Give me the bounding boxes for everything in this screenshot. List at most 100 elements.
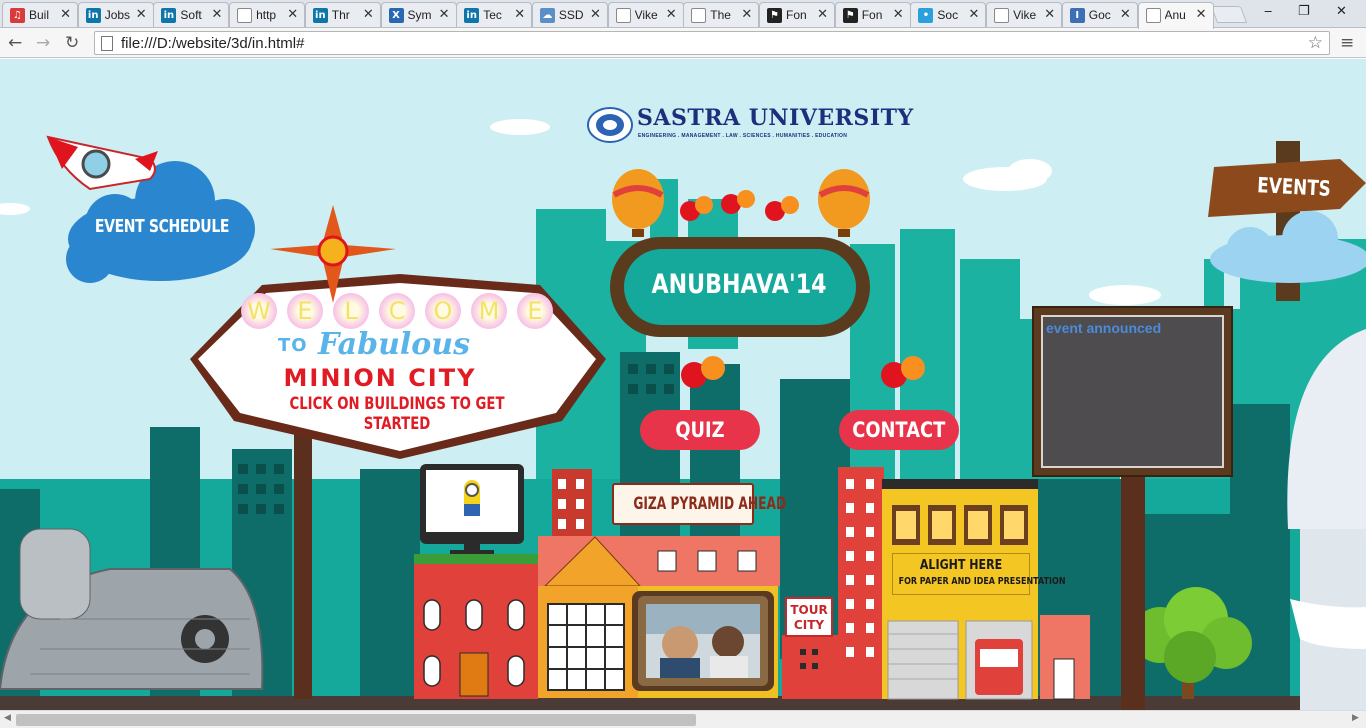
welcome-letter: L [333, 293, 369, 329]
tab-close-icon[interactable]: ✕ [968, 7, 979, 22]
sastra-emblem-icon [587, 107, 633, 143]
photo-screen-building[interactable] [638, 596, 768, 686]
welcome-fabulous-text: Fabulous [318, 327, 470, 362]
scroll-right-icon[interactable]: ▶ [1352, 713, 1359, 723]
flag-icon: ⚑ [842, 8, 858, 23]
close-window-icon[interactable]: ✕ [1336, 4, 1347, 19]
tab-close-icon[interactable]: ✕ [439, 7, 450, 22]
tab-label: Vike [1013, 8, 1037, 22]
event-schedule-label: EVENT SCHEDULE [94, 216, 230, 237]
festival-title: ANUBHAVA'14 [651, 269, 827, 300]
tab-close-icon[interactable]: ✕ [590, 7, 601, 22]
browser-toolbar: ← → ↻ file:///D:/website/3d/in.html# ☆ ≡ [0, 28, 1366, 58]
linkedin-icon: in [312, 8, 328, 23]
tab-close-icon[interactable]: ✕ [60, 7, 71, 22]
tab-label: Fon [861, 8, 883, 22]
tab-11[interactable]: ⚑ Fon ✕ [834, 2, 911, 27]
tab-7[interactable]: ☁ SSD ✕ [531, 2, 608, 27]
tab-close-icon[interactable]: ✕ [363, 7, 374, 22]
page-icon [101, 36, 113, 51]
flag-icon: ⚑ [767, 8, 782, 23]
bookmark-star-icon[interactable]: ☆ [1308, 33, 1323, 53]
welcome-letter: W [241, 293, 277, 329]
tab-13[interactable]: Vike ✕ [986, 2, 1063, 27]
cloud-icon: ☁ [539, 8, 555, 23]
tab-close-icon[interactable]: ✕ [514, 7, 525, 22]
welcome-to-text: TO [278, 335, 308, 356]
tab-label: The [710, 8, 731, 22]
linkedin-icon: in [161, 8, 177, 23]
tab-1[interactable]: in Jobs ✕ [77, 2, 154, 27]
tab-9[interactable]: The ✕ [683, 2, 760, 27]
forward-icon[interactable]: → [36, 33, 50, 53]
tab-label: Fon [786, 8, 807, 22]
welcome-letter: E [287, 293, 323, 329]
giza-label: GIZA PYRAMID AHEAD [633, 494, 787, 514]
tour-city-sign[interactable]: TOUR CITY [785, 597, 833, 637]
page-icon [691, 8, 707, 23]
tab-14[interactable]: I Goc ✕ [1061, 2, 1138, 27]
tab-6[interactable]: in Tec ✕ [456, 2, 533, 27]
address-bar[interactable]: file:///D:/website/3d/in.html# ☆ [94, 31, 1330, 55]
notice-board: event announced [1032, 306, 1233, 477]
tab-close-icon[interactable]: ✕ [211, 7, 222, 22]
back-icon[interactable]: ← [8, 33, 22, 53]
tab-close-icon[interactable]: ✕ [287, 7, 298, 22]
tab-label: http [256, 8, 277, 22]
tab-label: Vike [634, 8, 658, 22]
tab-close-icon[interactable]: ✕ [136, 7, 147, 22]
click-buildings-instruction: CLICK ON BUILDINGS TO GET STARTED [289, 394, 505, 434]
contact-button[interactable]: CONTACT [839, 410, 959, 450]
tab-2[interactable]: in Soft ✕ [153, 2, 230, 27]
university-tagline: ENGINEERING . MANAGEMENT . LAW . SCIENCE… [638, 133, 848, 139]
tab-close-icon[interactable]: ✕ [893, 7, 904, 22]
welcome-letter: C [379, 293, 415, 329]
menu-icon[interactable]: ≡ [1340, 33, 1354, 53]
tab-label: Anu [1164, 8, 1186, 22]
welcome-letter: E [517, 293, 553, 329]
linkedin-icon: in [85, 8, 101, 23]
minion-city-title: MINION CITY [283, 364, 477, 392]
notice-board-post [1121, 477, 1145, 710]
linkedin-icon: in [464, 8, 480, 23]
page-icon [994, 8, 1010, 23]
tab-8[interactable]: Vike ✕ [607, 2, 684, 27]
tab-label: Soft [180, 8, 202, 22]
tab-label: Buil [29, 8, 50, 22]
tab-5[interactable]: X Sym ✕ [380, 2, 457, 27]
events-signpost-button[interactable] [1202, 137, 1366, 297]
tab-4[interactable]: in Thr ✕ [304, 2, 381, 27]
reload-icon[interactable]: ↻ [65, 33, 79, 53]
page-icon [237, 8, 253, 23]
scroll-left-icon[interactable]: ◀ [4, 713, 11, 723]
minimize-icon[interactable]: ‒ [1264, 4, 1272, 19]
giza-pyramid-sign[interactable]: GIZA PYRAMID AHEAD [612, 483, 787, 525]
tab-close-icon[interactable]: ✕ [817, 7, 828, 22]
tab-0[interactable]: ♫ Buil ✕ [2, 2, 78, 27]
tab-close-icon[interactable]: ✕ [741, 7, 752, 22]
tab-3[interactable]: http ✕ [229, 2, 306, 27]
quiz-label: QUIZ [675, 418, 725, 442]
new-tab-button[interactable] [1210, 6, 1248, 23]
social-icon: • [918, 8, 934, 23]
maximize-icon[interactable]: ❐ [1298, 4, 1310, 19]
alight-here-sign[interactable]: ALIGHT HERE FOR PAPER AND IDEA PRESENTAT… [892, 553, 1066, 595]
tab-10[interactable]: ⚑ Fon ✕ [759, 2, 835, 27]
tab-12[interactable]: • Soc ✕ [910, 2, 987, 27]
scrollbar-thumb[interactable] [16, 714, 696, 726]
tab-close-icon[interactable]: ✕ [1196, 7, 1207, 22]
url-text[interactable]: file:///D:/website/3d/in.html# [121, 35, 304, 52]
event-schedule-button[interactable]: EVENT SCHEDULE [62, 154, 262, 284]
tab-close-icon[interactable]: ✕ [1044, 7, 1055, 22]
horizontal-scrollbar[interactable]: ◀ ▶ [0, 710, 1366, 728]
tab-close-icon[interactable]: ✕ [1120, 7, 1131, 22]
notice-board-screen: event announced [1041, 315, 1224, 468]
alight-title: ALIGHT HERE [919, 558, 1003, 573]
tab-15[interactable]: Anu ✕ [1137, 2, 1214, 29]
quiz-button[interactable]: QUIZ [640, 410, 760, 450]
minion-tv-building[interactable] [420, 464, 524, 554]
tab-close-icon[interactable]: ✕ [666, 7, 677, 22]
tab-label: SSD [558, 8, 584, 22]
tab-label: Sym [407, 8, 432, 22]
contact-label: CONTACT [852, 418, 946, 442]
